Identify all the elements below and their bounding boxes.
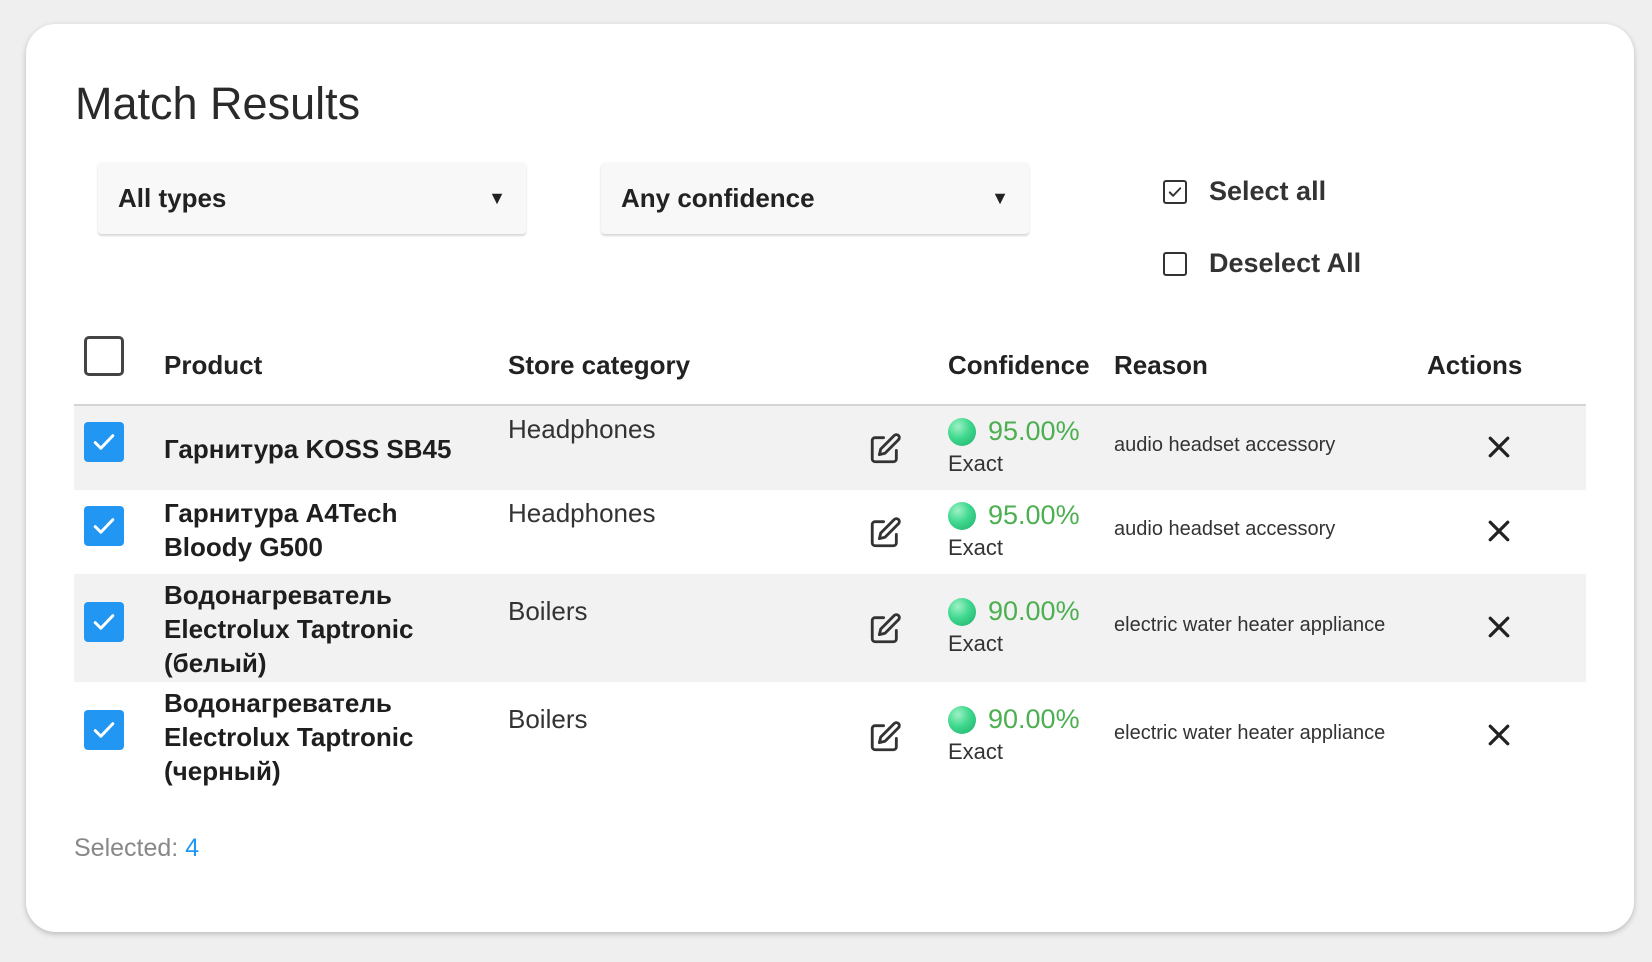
empty-box-icon	[1163, 251, 1187, 276]
confidence-cell: 95.00% Exact	[948, 416, 1080, 477]
deselect-all-label: Deselect All	[1209, 248, 1362, 278]
match-reason: electric water heater appliance	[1114, 614, 1386, 636]
select-all-button[interactable]: Select all	[1163, 176, 1326, 207]
checkmark-icon	[93, 518, 115, 534]
product-name: Водонагреватель Electrolux Taptronic (че…	[164, 688, 414, 786]
confidence-cell: 90.00% Exact	[948, 704, 1080, 765]
edit-icon[interactable]	[868, 516, 902, 550]
caret-down-icon: ▼	[991, 187, 1009, 208]
match-reason: electric water heater appliance	[1114, 722, 1386, 744]
close-icon[interactable]	[1484, 720, 1514, 750]
checkmark-icon	[93, 614, 115, 630]
page-title: Match Results	[75, 78, 361, 129]
column-header-product: Product	[164, 350, 263, 380]
type-filter-value: All types	[118, 182, 227, 213]
table-row: Гарнитура KOSS SB45 Headphones 95.00% Ex…	[74, 406, 1586, 490]
row-checkbox[interactable]	[84, 506, 124, 546]
selected-count: 4	[185, 834, 200, 862]
match-type: Exact	[948, 451, 1004, 476]
status-dot-icon	[948, 501, 976, 530]
close-icon[interactable]	[1484, 432, 1514, 462]
store-category: Boilers	[508, 704, 588, 734]
header-select-checkbox[interactable]	[84, 336, 124, 376]
product-name: Гарнитура KOSS SB45	[164, 434, 452, 464]
match-type: Exact	[948, 739, 1004, 764]
edit-icon[interactable]	[868, 612, 902, 646]
column-header-store-category: Store category	[508, 350, 691, 380]
checkmark-icon	[93, 722, 115, 738]
confidence-filter-select[interactable]: Any confidence ▼	[601, 162, 1029, 234]
column-header-actions: Actions	[1427, 350, 1523, 380]
edit-icon[interactable]	[868, 720, 902, 754]
confidence-value: 95.00%	[988, 416, 1080, 446]
store-category: Headphones	[508, 498, 656, 528]
product-name: Гарнитура A4Tech Bloody G500	[164, 498, 398, 562]
row-checkbox[interactable]	[84, 602, 124, 642]
confidence-value: 90.00%	[988, 596, 1080, 626]
deselect-all-button[interactable]: Deselect All	[1163, 248, 1361, 279]
status-dot-icon	[948, 417, 976, 446]
close-icon[interactable]	[1484, 516, 1514, 546]
match-type: Exact	[948, 535, 1004, 560]
row-checkbox[interactable]	[84, 422, 124, 462]
product-name: Водонагреватель Electrolux Taptronic (бе…	[164, 580, 414, 678]
column-header-reason: Reason	[1114, 350, 1208, 380]
select-all-label: Select all	[1209, 176, 1327, 206]
confidence-cell: 90.00% Exact	[948, 596, 1080, 657]
selected-label: Selected:	[74, 834, 179, 862]
status-dot-icon	[948, 597, 976, 626]
row-checkbox[interactable]	[84, 710, 124, 750]
table-header: Product Store category Confidence Reason…	[74, 328, 1586, 406]
results-table: Product Store category Confidence Reason…	[74, 328, 1586, 790]
table-row: Гарнитура A4Tech Bloody G500 Headphones …	[74, 490, 1586, 574]
caret-down-icon: ▼	[488, 187, 506, 208]
confidence-value: 90.00%	[988, 704, 1080, 734]
table-row: Водонагреватель Electrolux Taptronic (че…	[74, 682, 1586, 790]
type-filter-select[interactable]: All types ▼	[98, 162, 526, 234]
match-reason: audio headset accessory	[1114, 434, 1336, 456]
table-row: Водонагреватель Electrolux Taptronic (бе…	[74, 574, 1586, 682]
selected-count-footer: Selected: 4	[74, 834, 199, 863]
close-icon[interactable]	[1484, 612, 1514, 642]
column-header-confidence: Confidence	[948, 350, 1090, 380]
store-category: Boilers	[508, 596, 588, 626]
status-dot-icon	[948, 705, 976, 734]
confidence-cell: 95.00% Exact	[948, 500, 1080, 561]
confidence-filter-value: Any confidence	[621, 182, 815, 213]
match-reason: audio headset accessory	[1114, 518, 1336, 540]
store-category: Headphones	[508, 414, 656, 444]
edit-icon[interactable]	[868, 432, 902, 466]
confidence-value: 95.00%	[988, 500, 1080, 530]
match-type: Exact	[948, 631, 1004, 656]
checkmark-icon	[93, 434, 115, 450]
checked-box-icon	[1163, 179, 1187, 204]
